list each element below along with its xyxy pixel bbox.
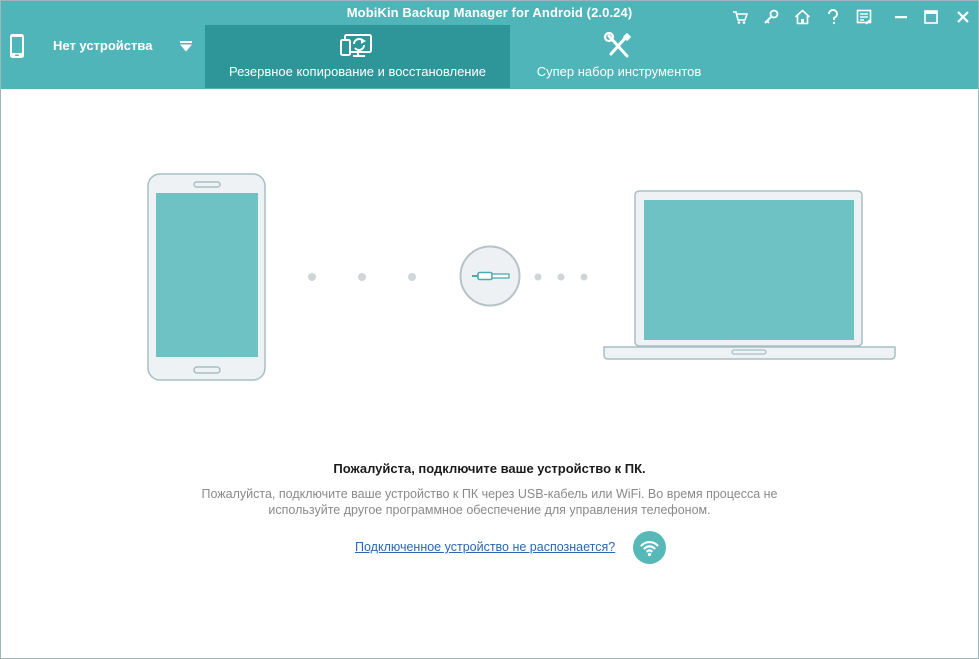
tab-backup-restore-label: Резервное копирование и восстановление bbox=[229, 64, 486, 79]
connection-illustration bbox=[147, 173, 896, 381]
laptop-illustration bbox=[603, 190, 896, 360]
app-window: MobiKin Backup Manager for Android (2.0.… bbox=[0, 0, 979, 659]
connection-dots-right bbox=[534, 273, 588, 281]
minimize-icon[interactable] bbox=[890, 6, 912, 28]
maximize-icon[interactable] bbox=[920, 6, 942, 28]
tab-backup-restore[interactable]: Резервное копирование и восстановление bbox=[205, 25, 510, 88]
header-bar: MobiKin Backup Manager for Android (2.0.… bbox=[1, 1, 978, 89]
feedback-icon[interactable] bbox=[853, 6, 875, 28]
tab-toolkit-label: Супер набор инструментов bbox=[536, 64, 702, 79]
device-not-recognized-link[interactable]: Подключенное устройство не распознается? bbox=[355, 540, 615, 554]
device-selector[interactable]: Нет устройства bbox=[1, 25, 205, 67]
connect-prompt-line-2: используйте другое программное обеспечен… bbox=[268, 502, 711, 517]
phone-illustration bbox=[147, 173, 266, 381]
help-icon[interactable] bbox=[822, 6, 844, 28]
wifi-icon bbox=[640, 541, 659, 557]
connect-prompt-body: Пожалуйста, подключите ваше устройство к… bbox=[171, 487, 808, 518]
cart-icon[interactable] bbox=[729, 6, 751, 28]
close-icon[interactable] bbox=[952, 6, 974, 28]
device-label: Нет устройства bbox=[53, 38, 153, 53]
connect-prompt-title: Пожалуйста, подключите ваше устройство к… bbox=[333, 461, 646, 476]
wifi-connect-button[interactable] bbox=[633, 531, 666, 564]
tools-icon bbox=[603, 32, 631, 58]
usb-cable-icon bbox=[459, 245, 521, 307]
home-icon[interactable] bbox=[791, 6, 813, 28]
chevron-down-icon[interactable] bbox=[180, 41, 192, 52]
connection-dots-left bbox=[308, 273, 416, 281]
tab-toolkit[interactable]: Супер набор инструментов bbox=[510, 25, 728, 88]
key-icon[interactable] bbox=[760, 6, 782, 28]
connect-prompt-line-1: Пожалуйста, подключите ваше устройство к… bbox=[201, 487, 778, 501]
phone-icon bbox=[10, 34, 24, 58]
backup-restore-icon bbox=[340, 34, 372, 57]
